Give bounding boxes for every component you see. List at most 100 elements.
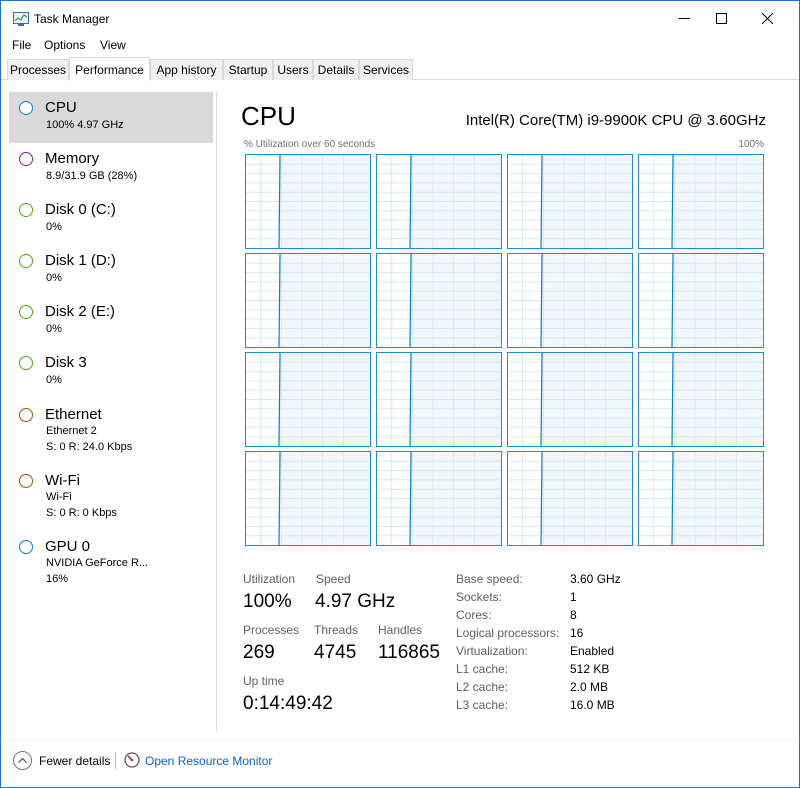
utilization-history-chart xyxy=(377,452,501,545)
close-button[interactable] xyxy=(744,1,790,35)
spec-label: L2 cache: xyxy=(456,680,509,694)
memory-indicator-icon xyxy=(19,152,33,166)
window-title: Task Manager xyxy=(34,12,110,26)
gpu-indicator-icon xyxy=(19,540,33,554)
uptime-value: 0:14:49:42 xyxy=(243,693,333,714)
uptime-label: Up time xyxy=(243,674,285,688)
disk-indicator-icon xyxy=(19,254,33,268)
close-icon xyxy=(761,12,773,24)
utilization-history-chart xyxy=(246,353,370,446)
tab-processes[interactable]: Processes xyxy=(7,59,69,80)
spec-value: 16.0 MB xyxy=(570,698,615,712)
resource-throughput: S: 0 R: 24.0 Kbps xyxy=(46,441,133,453)
resource-name: Disk 1 (D:) xyxy=(45,252,116,269)
resource-detail: 0% xyxy=(46,272,62,284)
resource-name: Memory xyxy=(45,150,100,167)
logical-processor-graph xyxy=(245,253,371,348)
resource-detail: Ethernet 2 xyxy=(46,425,97,437)
speed-label: Speed xyxy=(316,572,351,586)
menu-options[interactable]: Options xyxy=(44,38,85,52)
wifi-indicator-icon xyxy=(19,474,33,488)
logical-processor-graph xyxy=(376,154,502,249)
spec-label: Cores: xyxy=(456,608,492,622)
maximize-button[interactable] xyxy=(698,1,744,35)
utilization-label: Utilization xyxy=(243,572,296,586)
resource-name: Disk 0 (C:) xyxy=(45,201,116,218)
processes-value: 269 xyxy=(243,642,275,663)
tab-details[interactable]: Details xyxy=(313,59,359,80)
threads-value: 4745 xyxy=(314,642,357,663)
utilization-history-chart xyxy=(377,155,501,248)
task-manager-icon xyxy=(13,12,29,26)
resource-name: Disk 3 xyxy=(45,354,87,371)
logical-processor-graph xyxy=(638,352,764,447)
resource-usage: 16% xyxy=(46,573,69,585)
logical-processor-graph xyxy=(638,451,764,546)
spec-value: 1 xyxy=(570,590,577,604)
page-title: CPU xyxy=(241,101,296,131)
utilization-history-chart xyxy=(246,452,370,545)
resource-name: Disk 2 (E:) xyxy=(45,303,116,320)
utilization-history-chart xyxy=(508,452,632,545)
resource-disk-2[interactable]: Disk 2 (E:) 0% xyxy=(9,296,213,347)
utilization-history-chart xyxy=(508,155,632,248)
ethernet-indicator-icon xyxy=(19,408,33,422)
menu-file[interactable]: File xyxy=(12,38,31,52)
logical-processor-graph xyxy=(245,154,371,249)
tab-users[interactable]: Users xyxy=(273,59,313,80)
resource-detail: 0% xyxy=(46,221,62,233)
spec-label: Sockets: xyxy=(456,590,503,604)
spec-value: Enabled xyxy=(570,644,615,658)
tab-app-history[interactable]: App history xyxy=(150,59,223,80)
panel-divider[interactable] xyxy=(216,91,217,731)
tab-startup[interactable]: Startup xyxy=(223,59,273,80)
cpu-detail-panel: CPU Intel(R) Core(TM) i9-9900K CPU @ 3.6… xyxy=(223,81,799,733)
logical-processor-graph xyxy=(507,154,633,249)
tab-performance[interactable]: Performance xyxy=(69,57,150,81)
resource-detail: 0% xyxy=(46,374,62,386)
utilization-history-chart xyxy=(508,254,632,347)
resource-throughput: S: 0 R: 0 Kbps xyxy=(46,507,117,519)
resource-name: Ethernet xyxy=(45,406,102,423)
footer-separator xyxy=(115,752,116,769)
spec-label: L3 cache: xyxy=(456,698,509,712)
resource-gpu-0[interactable]: GPU 0 NVIDIA GeForce R... 16% xyxy=(9,530,213,596)
spec-label: Base speed: xyxy=(456,572,523,586)
logical-processor-graph xyxy=(376,253,502,348)
maximize-icon xyxy=(715,12,727,24)
resource-ethernet[interactable]: Ethernet Ethernet 2 S: 0 R: 24.0 Kbps xyxy=(9,398,213,464)
logical-processor-graph xyxy=(245,451,371,546)
resource-detail: NVIDIA GeForce R... xyxy=(46,557,149,569)
menu-view[interactable]: View xyxy=(100,38,126,52)
handles-value: 116865 xyxy=(378,642,440,663)
resource-disk-3[interactable]: Disk 3 0% xyxy=(9,347,213,398)
resource-detail: 0% xyxy=(46,323,62,335)
logical-processor-graph xyxy=(507,253,633,348)
resource-cpu[interactable]: CPU 100% 4.97 GHz xyxy=(9,92,213,143)
spec-label: Logical processors: xyxy=(456,626,560,640)
resource-memory[interactable]: Memory 8.9/31.9 GB (28%) xyxy=(9,143,213,194)
tab-strip: Processes Performance App history Startu… xyxy=(1,57,799,81)
menu-bar: File Options View xyxy=(1,35,799,55)
handles-label: Handles xyxy=(378,623,423,637)
tab-services[interactable]: Services xyxy=(359,59,413,80)
resource-list: CPU 100% 4.97 GHz Memory 8.9/31.9 GB (28… xyxy=(1,81,217,733)
resource-disk-1[interactable]: Disk 1 (D:) 0% xyxy=(9,245,213,296)
utilization-history-chart xyxy=(639,452,763,545)
logical-processor-graph xyxy=(245,352,371,447)
processes-label: Processes xyxy=(243,623,300,637)
spec-label: L1 cache: xyxy=(456,662,509,676)
open-resource-monitor-link[interactable]: Open Resource Monitor xyxy=(145,754,272,768)
title-bar[interactable]: Task Manager xyxy=(1,1,799,35)
resource-wifi[interactable]: Wi-Fi Wi-Fi S: 0 R: 0 Kbps xyxy=(9,464,213,530)
logical-processor-graph xyxy=(507,451,633,546)
utilization-history-chart xyxy=(246,254,370,347)
resource-name: GPU 0 xyxy=(45,538,91,555)
resource-name: Wi-Fi xyxy=(45,472,80,489)
disk-indicator-icon xyxy=(19,356,33,370)
cpu-indicator-icon xyxy=(19,101,33,115)
utilization-history-chart xyxy=(508,353,632,446)
resource-disk-0[interactable]: Disk 0 (C:) 0% xyxy=(9,194,213,245)
utilization-history-chart xyxy=(377,254,501,347)
resource-detail: Wi-Fi xyxy=(46,491,72,503)
